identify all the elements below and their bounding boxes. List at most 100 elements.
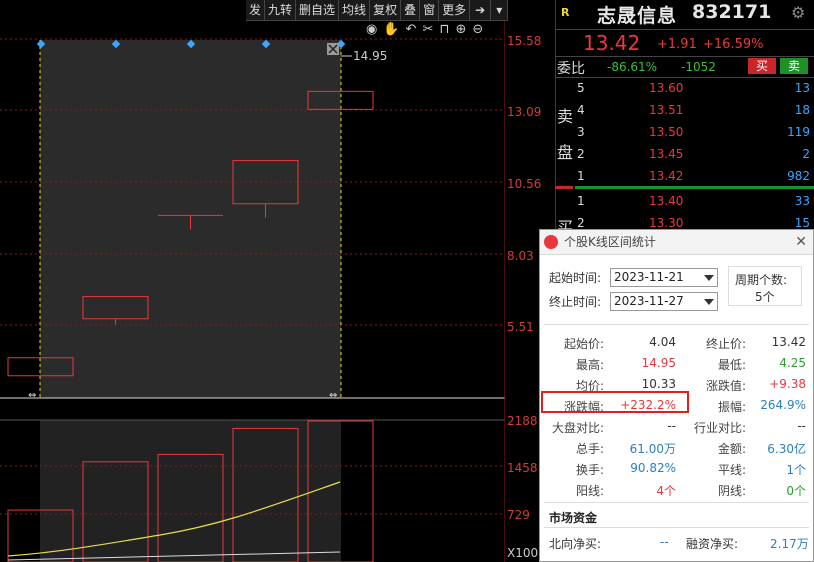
stat-value: 14.95 — [641, 356, 676, 370]
stock-name: 志晟信息 — [597, 5, 678, 27]
eye-icon[interactable]: ◉ — [366, 22, 377, 37]
stat-value: +9.38 — [769, 377, 806, 391]
range-high-label: 14.95 — [353, 49, 387, 63]
toolbar-adjust-button[interactable]: 复权 — [370, 0, 402, 20]
price-axis-label: 10.56 — [507, 177, 542, 191]
book-row[interactable]: 5 13.60 13 — [555, 81, 814, 103]
book-price: 13.40 — [649, 194, 684, 208]
book-price: 13.50 — [649, 125, 684, 139]
sell-button[interactable]: 卖 — [780, 58, 808, 74]
book-divider — [575, 186, 814, 189]
weibi-label: 委比 — [557, 61, 585, 77]
volume-selection-region — [40, 420, 341, 562]
interval-stats-dialog: 个股K线区间统计 ✕ 起始时间: 2023-11-21 终止时间: 2023-1… — [539, 229, 814, 562]
undo-icon[interactable]: ↶ — [406, 22, 417, 37]
market-funds-title: 市场资金 — [549, 511, 598, 525]
stat-label: 换手: — [575, 463, 604, 477]
lock-icon[interactable]: ⊓ — [439, 22, 449, 37]
hand-icon[interactable]: ✋ — [383, 22, 399, 37]
period-label: 周期个数: — [735, 273, 788, 287]
price-axis-label: 15.58 — [507, 34, 542, 48]
book-row[interactable]: 2 13.45 2 — [555, 147, 814, 169]
gear-icon[interactable]: ⚙ — [791, 3, 805, 22]
period-box: 周期个数: 5个 — [728, 266, 802, 306]
north-value: -- — [660, 535, 669, 549]
dialog-titlebar[interactable]: 个股K线区间统计 ✕ — [540, 230, 813, 255]
right-resize-handle[interactable]: ⇔ — [329, 390, 337, 401]
chart-tools: ◉ ✋ ↶ ✂ ⊓ ⊕ ⊖ — [366, 22, 483, 37]
scissors-icon[interactable]: ✂ — [422, 22, 433, 37]
book-row[interactable]: 3 13.50 119 — [555, 125, 814, 147]
left-resize-handle[interactable]: ⇔ — [28, 390, 36, 401]
start-time-label: 起始时间: — [549, 271, 602, 285]
app-logo-icon — [544, 235, 558, 249]
end-time-label: 终止时间: — [549, 295, 602, 309]
stat-label: 起始价: — [563, 337, 604, 351]
toolbar-fa-button[interactable]: 发 — [246, 0, 266, 20]
book-row[interactable]: 1 13.40 33 — [555, 194, 814, 216]
chart-toolbar: 发 九转 删自选 均线 复权 叠 窗 更多 ➔ ▾ — [246, 0, 509, 21]
price-axis-label: 13.09 — [507, 105, 542, 119]
stat-value: 13.42 — [771, 335, 806, 349]
toolbar-ma-button[interactable]: 均线 — [339, 0, 371, 20]
stat-value: 4.04 — [649, 335, 676, 349]
book-level: 4 — [577, 103, 585, 117]
price-change-pct: +16.59% — [703, 37, 764, 52]
book-volume: 982 — [787, 169, 810, 183]
zoom-in-icon[interactable]: ⊕ — [456, 22, 467, 37]
exit-icon[interactable]: ➔ — [470, 0, 492, 20]
book-volume: 119 — [787, 125, 810, 139]
toolbar-window-button[interactable]: 窗 — [420, 0, 440, 20]
stat-value: 90.82% — [630, 461, 676, 475]
dialog-title: 个股K线区间统计 — [564, 235, 656, 249]
close-selection-icon[interactable] — [327, 43, 339, 55]
toolbar-overlay-button[interactable]: 叠 — [401, 0, 421, 20]
toolbar-jiuzhuan-button[interactable]: 九转 — [265, 0, 297, 20]
book-level: 3 — [577, 125, 585, 139]
weibi-value: -86.61% — [607, 60, 658, 74]
book-price: 13.60 — [649, 81, 684, 95]
stat-value: 61.00万 — [629, 442, 676, 456]
stat-value: -- — [797, 419, 806, 433]
margin-value: 2.17万 — [770, 537, 809, 551]
close-icon[interactable]: ✕ — [795, 230, 807, 254]
stock-code: 832171 — [692, 1, 772, 23]
book-price: 13.30 — [649, 216, 684, 230]
book-level: 2 — [577, 147, 585, 161]
toolbar-more-button[interactable]: 更多 — [439, 0, 471, 20]
stat-label: 阳线: — [575, 484, 604, 498]
kline-chart-area[interactable]: 14.95 ⇔ ⇔ 15.58 13.09 10.56 8.03 5.51 21… — [0, 0, 541, 562]
market-flag: R — [561, 6, 570, 19]
book-row[interactable]: 4 13.51 18 — [555, 103, 814, 125]
stat-label: 总手: — [575, 442, 604, 456]
chevron-down-icon[interactable]: ▾ — [491, 0, 509, 20]
zoom-out-icon[interactable]: ⊖ — [472, 22, 483, 37]
buy-button[interactable]: 买 — [748, 58, 776, 74]
period-value: 5个 — [755, 290, 775, 304]
kline-chart-svg[interactable]: 14.95 ⇔ ⇔ — [0, 0, 505, 562]
book-volume: 13 — [794, 81, 810, 95]
stat-value: 264.9% — [760, 398, 806, 412]
book-volume: 18 — [794, 103, 810, 117]
book-level: 2 — [577, 216, 585, 230]
stat-value: 10.33 — [641, 377, 676, 391]
book-volume: 2 — [802, 147, 810, 161]
highlight-box — [541, 391, 689, 413]
stat-value: 0个 — [786, 484, 806, 498]
book-price: 13.51 — [649, 103, 684, 117]
stat-value: 6.30亿 — [767, 442, 806, 456]
margin-label: 融资净买: — [686, 537, 739, 551]
end-time-select[interactable]: 2023-11-27 — [610, 292, 718, 311]
last-price: 13.42 — [583, 31, 641, 55]
stat-label: 大盘对比: — [551, 421, 604, 435]
start-time-select[interactable]: 2023-11-21 — [610, 268, 718, 287]
book-price: 13.45 — [649, 147, 684, 161]
book-level: 1 — [577, 169, 585, 183]
toolbar-remove-watch-button[interactable]: 删自选 — [296, 0, 340, 20]
stat-label: 最高: — [575, 358, 604, 372]
stat-value: -- — [667, 419, 676, 433]
stat-value: 4.25 — [779, 356, 806, 370]
north-label: 北向净买: — [549, 537, 602, 551]
book-volume: 33 — [794, 194, 810, 208]
book-price: 13.42 — [649, 169, 684, 183]
